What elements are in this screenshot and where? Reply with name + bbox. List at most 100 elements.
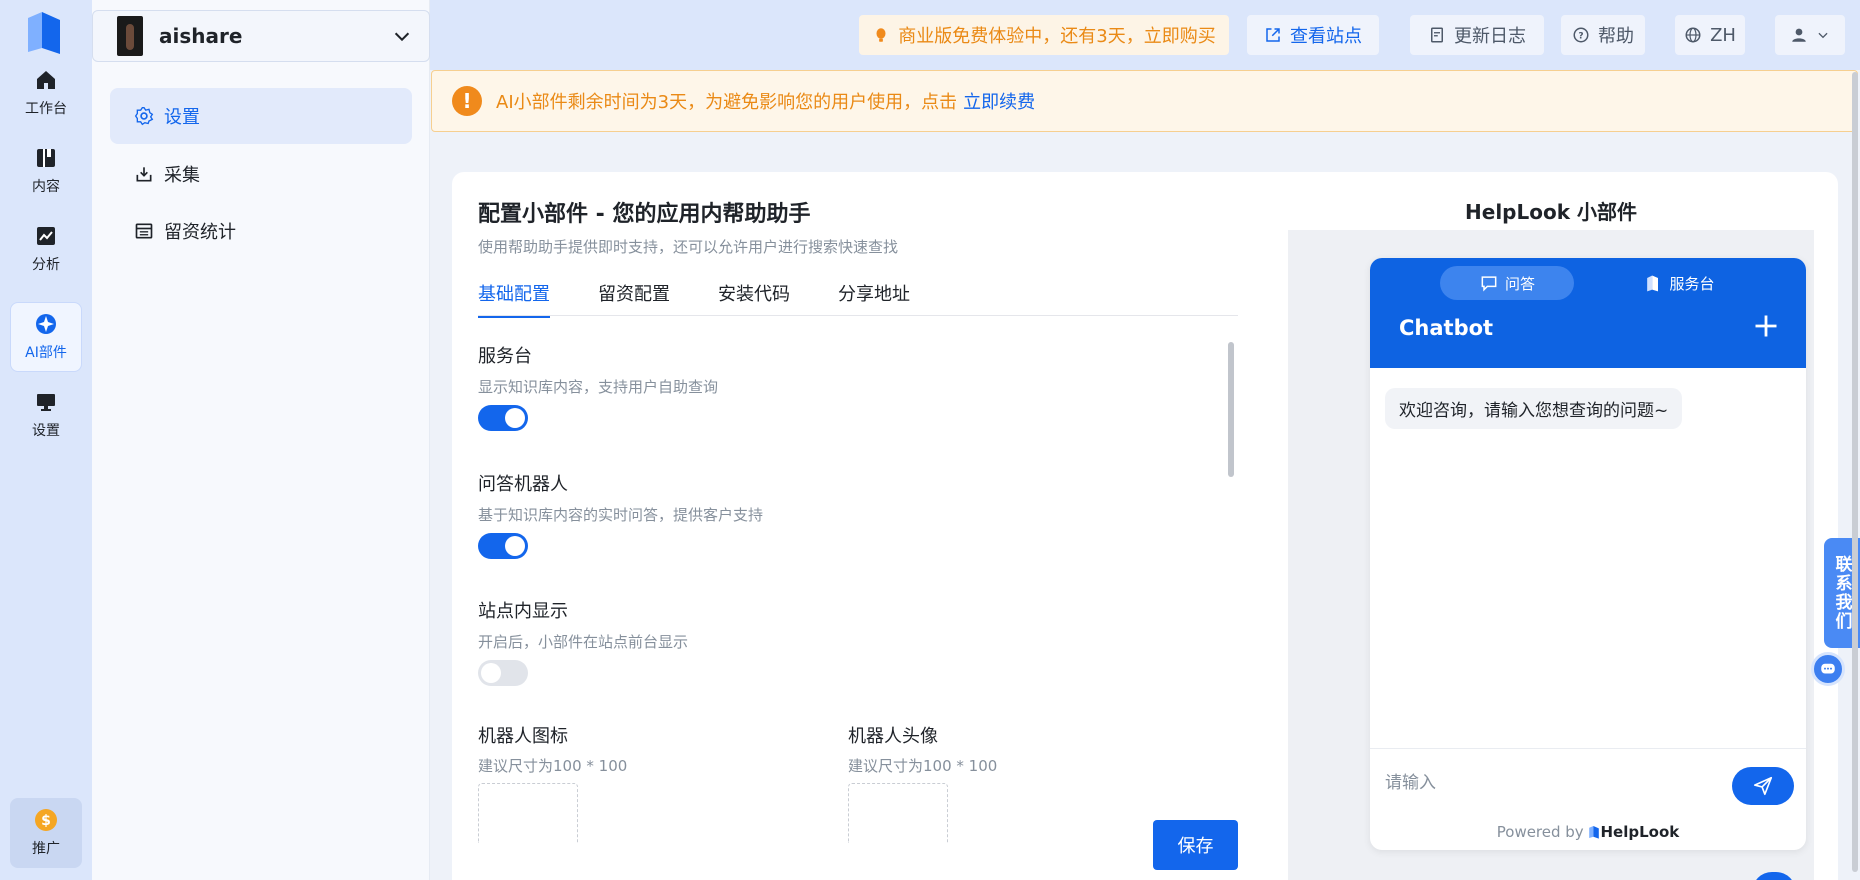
settings-scrollbar[interactable] [1228, 342, 1234, 477]
tab-leads-config[interactable]: 留资配置 [598, 280, 670, 316]
powered-by: Powered by HelpLook [1370, 823, 1806, 841]
chat-float-button[interactable] [1811, 652, 1845, 686]
workspace-name: aishare [159, 24, 243, 48]
external-link-icon [1266, 28, 1280, 42]
config-title: 配置小部件 - 您的应用内帮助助手 [478, 202, 811, 227]
chart-icon [37, 227, 55, 245]
setting-desc-qa-bot: 基于知识库内容的实时问答，提供客户支持 [478, 506, 764, 524]
view-site-label: 查看站点 [1290, 26, 1362, 47]
left-rail: 工作台 内容 分析 AI部件 设置 $ 推广 [0, 0, 92, 880]
widget-preview: 问答 服务台 Chatbot 欢迎咨询，请输入您想查询的问题~ 请输入 Powe… [1370, 258, 1806, 850]
changelog-label: 更新日志 [1454, 26, 1526, 47]
robot-icon-label: 机器人图标 [478, 726, 568, 747]
book-open-icon [1647, 275, 1659, 292]
subnav-item-label: 留资统计 [164, 222, 236, 243]
send-icon [1753, 776, 1773, 796]
helplook-logo-icon [1589, 826, 1600, 839]
chevron-down-icon [1818, 32, 1828, 39]
robot-icon-upload[interactable] [478, 783, 578, 843]
gear-icon [134, 107, 154, 126]
robot-icon-hint: 建议尺寸为100 * 100 [478, 757, 628, 775]
rail-item-settings[interactable]: 设置 [10, 380, 82, 450]
rail-item-ai-widget[interactable]: AI部件 [10, 302, 82, 372]
preview-title: HelpLook 小部件 [1465, 200, 1637, 224]
bulb-icon [876, 28, 886, 42]
setting-label-site-display: 站点内显示 [478, 601, 568, 622]
input-divider [1370, 748, 1806, 749]
powered-by-prefix: Powered by [1496, 823, 1584, 841]
send-button[interactable] [1732, 767, 1794, 805]
renewal-notice: ! AI小部件剩余时间为3天，为避免影响您的用户使用，点击 立即续费 [431, 70, 1858, 132]
chevron-down-icon [394, 32, 410, 42]
changelog-button[interactable]: 更新日志 [1410, 15, 1544, 55]
subnav-item-settings[interactable]: 设置 [110, 88, 412, 144]
qa-bot-toggle[interactable] [478, 533, 528, 559]
site-display-toggle[interactable] [478, 660, 528, 686]
helplook-logo-icon[interactable] [24, 10, 64, 54]
tab-share-url[interactable]: 分享地址 [838, 280, 910, 316]
warning-icon: ! [452, 86, 482, 116]
chat-input[interactable]: 请输入 [1385, 768, 1436, 793]
rail-item-label: AI部件 [25, 345, 67, 361]
chat-bubble-icon [1481, 276, 1497, 292]
help-button[interactable]: ? 帮助 [1561, 15, 1645, 55]
rail-item-analytics[interactable]: 分析 [10, 214, 82, 284]
inbox-download-icon [136, 167, 152, 182]
plus-icon[interactable] [1752, 312, 1780, 340]
config-subtitle: 使用帮助助手提供即时支持，还可以允许用户进行搜索快速查找 [478, 238, 899, 256]
home-icon [37, 71, 55, 89]
widget-header: 问答 服务台 Chatbot [1370, 258, 1806, 368]
language-switch[interactable]: ZH [1675, 15, 1745, 55]
save-button[interactable]: 保存 [1153, 820, 1238, 870]
renew-link[interactable]: 立即续费 [963, 88, 1035, 114]
subnav-item-collect[interactable]: 采集 [110, 146, 412, 202]
notice-text: AI小部件剩余时间为3天，为避免影响您的用户使用，点击 [496, 92, 958, 113]
subnav-item-label: 采集 [164, 165, 200, 186]
message-icon [1821, 663, 1835, 674]
ai-widget-icon [36, 314, 56, 334]
rail-item-content[interactable]: 内容 [10, 136, 82, 206]
subnav-item-label: 设置 [164, 107, 200, 128]
rail-item-label: 推广 [32, 841, 60, 857]
book-icon [37, 149, 55, 167]
setting-desc-site-display: 开启后，小部件在站点前台显示 [478, 633, 689, 651]
rail-item-label: 工作台 [25, 101, 67, 117]
widget-tab-label: 服务台 [1669, 274, 1715, 293]
widget-tab-help-desk[interactable]: 服务台 [1614, 266, 1744, 300]
help-label: 帮助 [1598, 26, 1634, 47]
rail-item-promote[interactable]: $ 推广 [10, 798, 82, 868]
rail-item-label: 分析 [32, 257, 60, 273]
trial-text: 商业版免费体验中，还有3天，立即购买 [898, 26, 1216, 47]
setting-desc-help-desk: 显示知识库内容，支持用户自助查询 [478, 378, 719, 396]
tab-install-code[interactable]: 安装代码 [718, 280, 790, 316]
subnav-item-leads-stats[interactable]: 留资统计 [110, 203, 412, 259]
user-icon [1792, 28, 1806, 42]
workspace-switcher[interactable]: aishare [92, 10, 430, 62]
powered-by-brand: HelpLook [1600, 823, 1680, 841]
setting-label-qa-bot: 问答机器人 [478, 474, 568, 495]
rail-item-workbench[interactable]: 工作台 [10, 58, 82, 128]
monitor-icon [37, 394, 55, 411]
help-desk-toggle[interactable] [478, 405, 528, 431]
view-site-button[interactable]: 查看站点 [1247, 15, 1379, 55]
help-circle-icon: ? [1573, 27, 1589, 43]
robot-avatar-upload[interactable] [848, 783, 948, 843]
trial-purchase-button[interactable]: 商业版免费体验中，还有3天，立即购买 [859, 15, 1229, 55]
widget-tab-qa[interactable]: 问答 [1440, 266, 1574, 300]
svg-text:$: $ [41, 813, 51, 829]
robot-avatar-hint: 建议尺寸为100 * 100 [848, 757, 998, 775]
robot-avatar-label: 机器人头像 [848, 726, 938, 747]
list-table-icon [135, 223, 153, 239]
svg-text:?: ? [1578, 31, 1583, 41]
widget-tab-label: 问答 [1504, 274, 1535, 293]
language-label: ZH [1710, 24, 1736, 46]
rail-item-label: 内容 [32, 179, 60, 195]
user-menu-button[interactable] [1775, 15, 1845, 55]
tab-basic-config[interactable]: 基础配置 [478, 280, 550, 318]
config-tabs: 基础配置 留资配置 安装代码 分享地址 [478, 276, 1238, 318]
globe-icon [1685, 27, 1701, 43]
coin-icon: $ [35, 809, 57, 831]
page-scrollbar[interactable] [1852, 72, 1858, 872]
workspace-avatar [117, 16, 143, 56]
document-icon [1431, 27, 1443, 43]
